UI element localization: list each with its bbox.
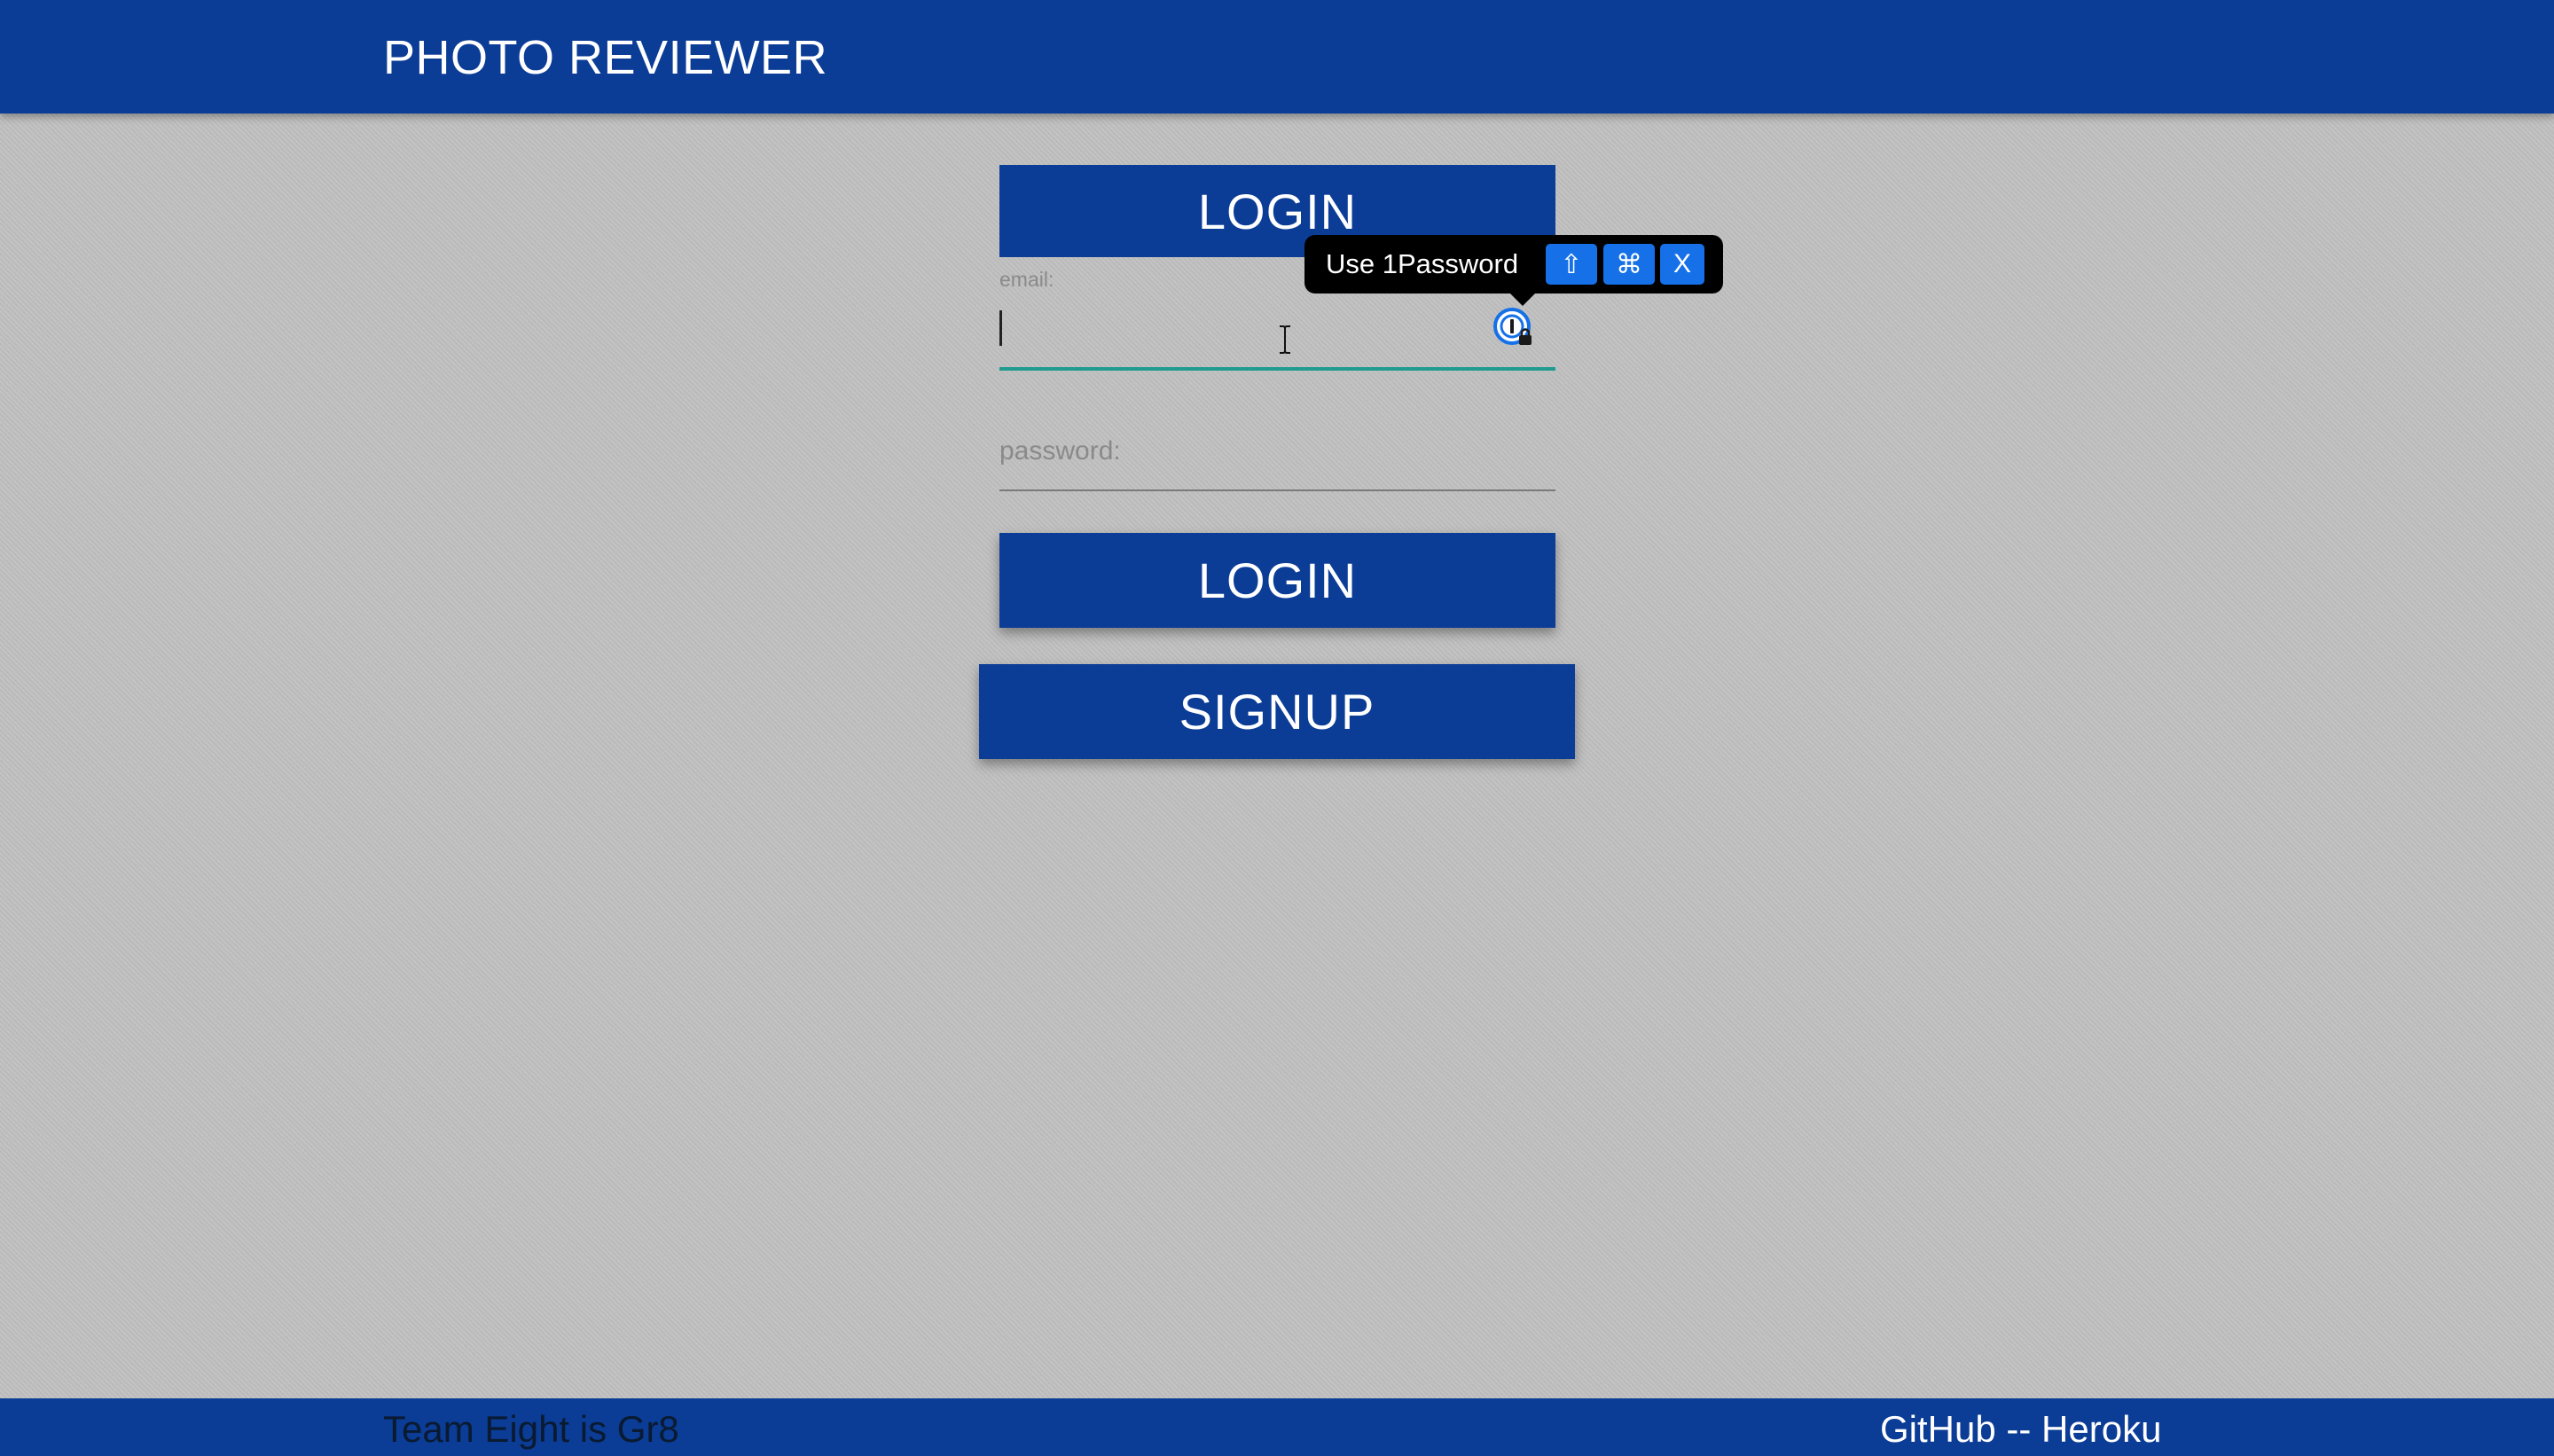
onepassword-text[interactable]: Use 1Password [1326,248,1518,280]
footer: Team Eight is Gr8 GitHub -- Heroku [0,1398,2554,1456]
top-app-bar: PHOTO REVIEWER [0,0,2554,114]
password-field[interactable]: password: [999,426,1555,491]
ibeam-cursor-icon [1280,325,1290,354]
close-button[interactable]: X [1660,244,1704,285]
command-key-icon[interactable]: ⌘ [1603,244,1655,285]
heroku-link[interactable]: Heroku [2041,1408,2161,1450]
footer-links: GitHub -- Heroku [1880,1408,2161,1451]
email-field[interactable] [999,298,1555,371]
shift-key-icon[interactable]: ⇧ [1546,244,1597,285]
text-caret [999,310,1002,346]
onepassword-icon[interactable] [1492,307,1535,349]
onepassword-tooltip[interactable]: Use 1Password ⇧ ⌘ X [1304,235,1723,306]
footer-team-text: Team Eight is Gr8 [383,1408,679,1450]
footer-separator: -- [1995,1408,2042,1450]
signup-button[interactable]: SIGNUP [979,664,1575,759]
email-label: email: [999,268,1054,291]
app-title: PHOTO REVIEWER [383,31,828,84]
login-button[interactable]: LOGIN [999,533,1555,628]
password-placeholder: password: [999,436,1121,466]
github-link[interactable]: GitHub [1880,1408,1996,1450]
